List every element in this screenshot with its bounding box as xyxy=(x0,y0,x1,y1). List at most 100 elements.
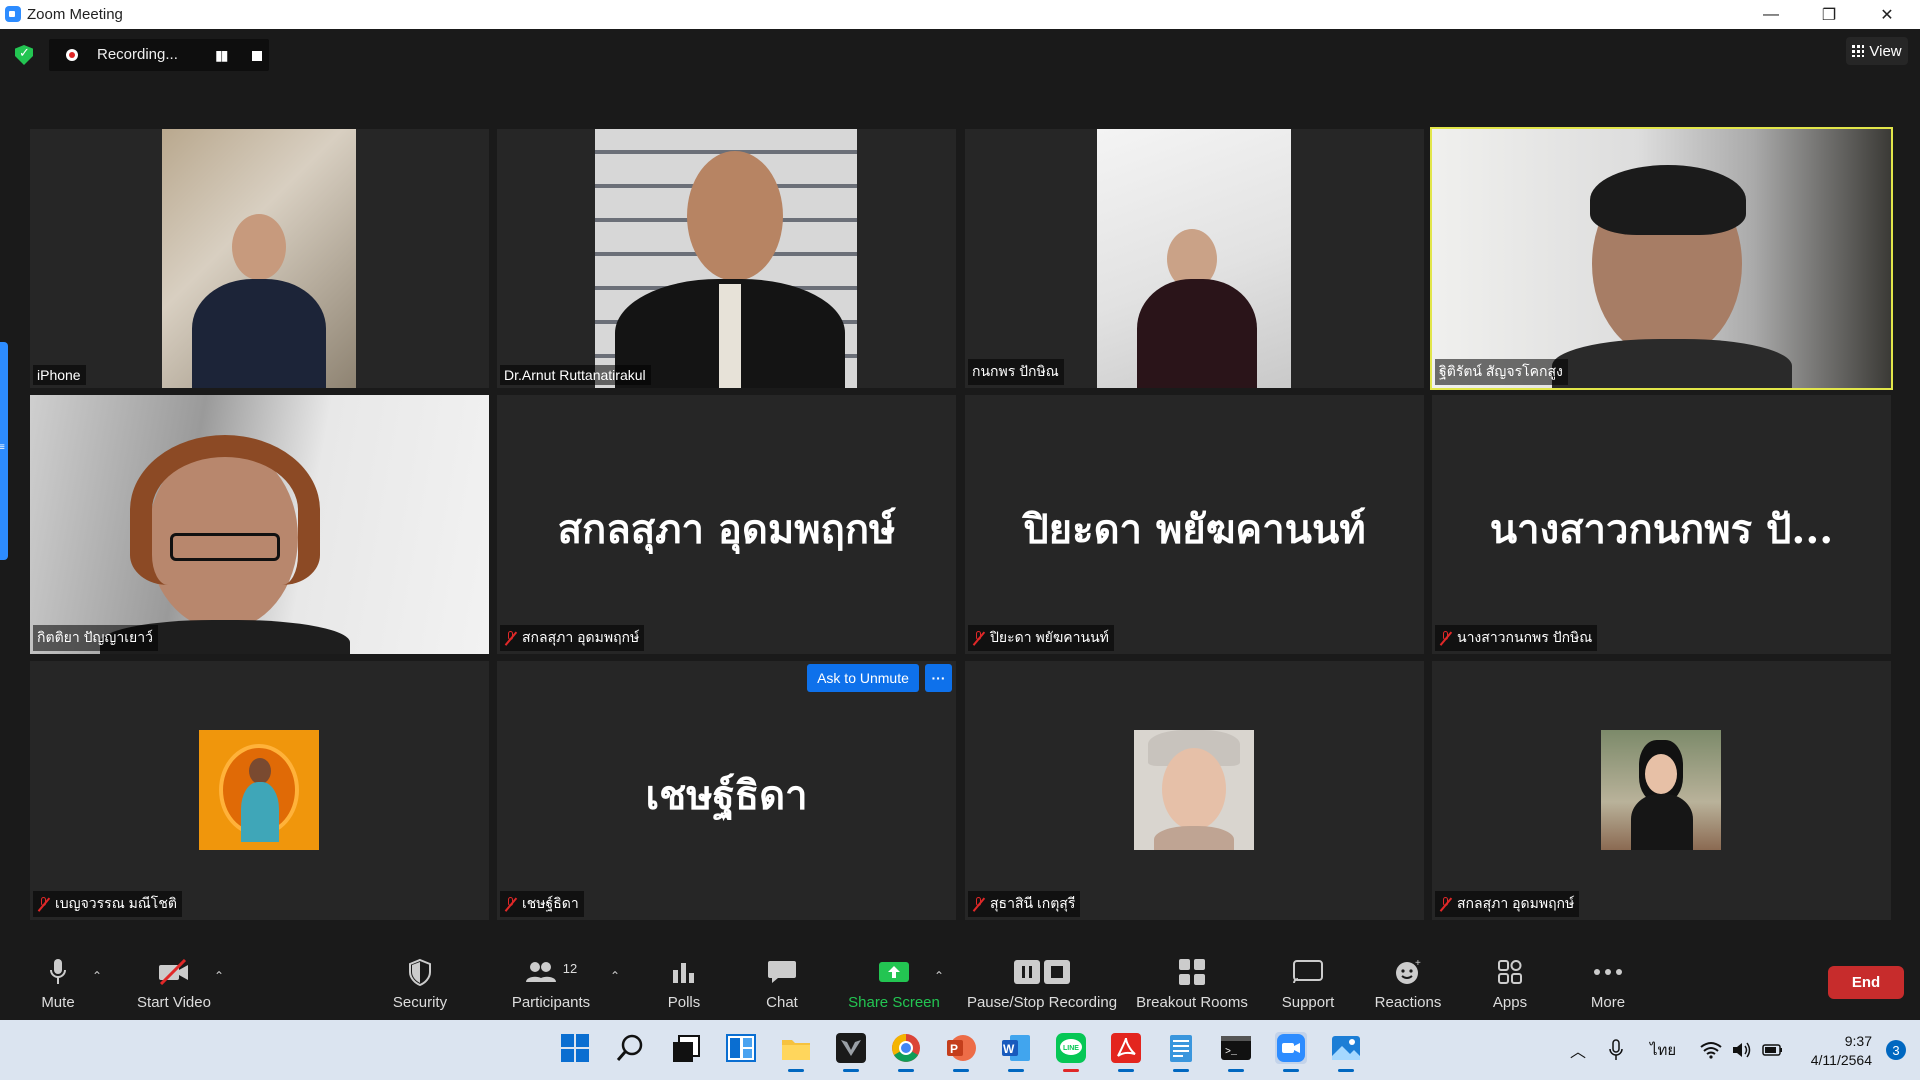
start-menu-icon[interactable] xyxy=(559,1032,591,1064)
mute-options-caret[interactable]: ⌃ xyxy=(92,969,102,983)
pause-recording-icon[interactable]: ▮▮ xyxy=(215,47,228,64)
polls-button[interactable]: Polls xyxy=(664,947,704,1020)
search-icon[interactable] xyxy=(615,1032,647,1064)
side-panel-handle[interactable] xyxy=(0,342,8,560)
terminal-icon[interactable]: >_ xyxy=(1220,1032,1252,1072)
mic-muted-icon xyxy=(1439,896,1452,912)
view-button[interactable]: View xyxy=(1846,37,1908,65)
participant-name-tag: iPhone xyxy=(33,365,86,385)
participant-video xyxy=(30,395,489,654)
video-tile[interactable]: เบญจวรรณ มณีโชติ xyxy=(30,661,489,920)
clock-date: 4/11/2564 xyxy=(1810,1052,1872,1068)
participant-name-tag: Dr.Arnut Ruttanatirakul xyxy=(500,365,651,385)
video-tile[interactable]: ปิยะดา พยัฆคานนท์ ปิยะดา พยัฆคานนท์ xyxy=(965,395,1424,654)
video-tile[interactable]: เชษฐ์ธิดา เชษฐ์ธิดา xyxy=(497,661,956,920)
participants-button[interactable]: 12 Participants xyxy=(510,947,592,1020)
participant-video xyxy=(595,129,857,388)
participant-name-tag: เชษฐ์ธิดา xyxy=(500,891,584,917)
apps-icon xyxy=(1497,952,1523,992)
meeting-toolbar: Mute ⌃ Start Video ⌃ Security 12 Partici… xyxy=(0,947,1920,1020)
video-tile[interactable]: iPhone xyxy=(30,129,489,388)
participant-video xyxy=(162,129,356,388)
video-tile[interactable]: สุธาสินี เกตุสุรี xyxy=(965,661,1424,920)
share-screen-icon xyxy=(878,952,910,992)
share-options-caret[interactable]: ⌃ xyxy=(934,969,944,983)
recording-indicator: Recording... ▮▮ xyxy=(49,39,269,71)
ask-to-unmute-button[interactable]: Ask to Unmute xyxy=(807,664,919,692)
more-button[interactable]: More xyxy=(1588,947,1628,1020)
chat-button[interactable]: Chat xyxy=(762,947,802,1020)
mute-button[interactable]: Mute xyxy=(28,947,88,1020)
task-view-icon[interactable] xyxy=(670,1032,702,1064)
file-explorer-icon[interactable] xyxy=(780,1032,812,1072)
widgets-icon[interactable] xyxy=(725,1032,757,1064)
microphone-icon xyxy=(49,952,67,992)
mic-muted-icon xyxy=(37,896,50,912)
end-meeting-button[interactable]: End xyxy=(1828,966,1904,999)
close-button[interactable]: ✕ xyxy=(1864,0,1910,29)
participant-name-tag: กนกพร ปักษิณ xyxy=(968,359,1064,385)
photos-icon[interactable] xyxy=(1330,1032,1362,1072)
volume-icon[interactable] xyxy=(1731,1020,1753,1080)
video-tile[interactable]: สกลสุภา อุดมพฤกษ์ สกลสุภา อุดมพฤกษ์ xyxy=(497,395,956,654)
security-button[interactable]: Security xyxy=(385,947,455,1020)
chrome-icon[interactable] xyxy=(890,1032,922,1072)
participant-name-tag: ฐิติรัตน์ สัญจรโคกสูง xyxy=(1435,359,1568,385)
breakout-rooms-button[interactable]: Breakout Rooms xyxy=(1136,947,1248,1020)
encryption-shield-icon[interactable] xyxy=(15,45,33,65)
apps-button[interactable]: Apps xyxy=(1490,947,1530,1020)
wifi-icon[interactable] xyxy=(1700,1020,1722,1080)
participant-name-tag: ปิยะดา พยัฆคานนท์ xyxy=(968,625,1114,651)
participants-options-caret[interactable]: ⌃ xyxy=(610,969,620,983)
participant-video xyxy=(1432,129,1891,388)
mic-muted-icon xyxy=(1439,630,1452,646)
window-title: Zoom Meeting xyxy=(27,6,123,23)
zoom-taskbar-icon[interactable] xyxy=(1275,1032,1307,1072)
windows-taskbar: P W LINE >_ ︿ ไทย 9:37 4/11/2564 3 xyxy=(0,1020,1920,1080)
acrobat-icon[interactable] xyxy=(1110,1032,1142,1072)
pause-stop-recording-button[interactable]: Pause/Stop Recording xyxy=(964,947,1120,1020)
participant-name-tag: นางสาวกนกพร ปักษิณ xyxy=(1435,625,1598,651)
recording-dot-icon xyxy=(66,49,78,61)
restore-button[interactable]: ❐ xyxy=(1806,0,1852,29)
tray-microphone-icon[interactable] xyxy=(1609,1020,1623,1080)
participant-name-tag: สุธาสินี เกตุสุรี xyxy=(968,891,1081,917)
video-tile[interactable]: Dr.Arnut Ruttanatirakul xyxy=(497,129,956,388)
video-tile[interactable]: นางสาวกนกพร ปั... นางสาวกนกพร ปักษิณ xyxy=(1432,395,1891,654)
tile-more-button[interactable]: ··· xyxy=(925,664,952,692)
share-screen-button[interactable]: Share Screen xyxy=(848,947,940,1020)
input-language-indicator[interactable]: ไทย xyxy=(1650,1020,1676,1080)
zoom-app-icon xyxy=(5,6,21,22)
participant-display-name: ปิยะดา พยัฆคานนท์ xyxy=(1023,506,1366,553)
predator-app-icon[interactable] xyxy=(835,1032,867,1072)
word-icon[interactable]: W xyxy=(1000,1032,1032,1072)
start-video-button[interactable]: Start Video xyxy=(130,947,218,1020)
show-hidden-icons-chevron[interactable]: ︿ xyxy=(1570,1020,1586,1080)
view-label: View xyxy=(1869,42,1902,60)
taskbar-clock[interactable]: 9:37 4/11/2564 xyxy=(1811,1032,1872,1070)
notification-badge[interactable]: 3 xyxy=(1886,1040,1906,1060)
participant-name-tag: เบญจวรรณ มณีโชติ xyxy=(33,891,182,917)
reactions-button[interactable]: + Reactions xyxy=(1372,947,1444,1020)
video-tile[interactable]: กนกพร ปักษิณ xyxy=(965,129,1424,388)
stop-recording-icon[interactable] xyxy=(252,51,262,61)
participant-display-name: เชษฐ์ธิดา xyxy=(645,772,808,819)
mic-muted-icon xyxy=(972,630,985,646)
grid-icon xyxy=(1852,45,1865,57)
video-options-caret[interactable]: ⌃ xyxy=(214,969,224,983)
minimize-button[interactable]: — xyxy=(1748,0,1794,29)
mic-muted-icon xyxy=(504,896,517,912)
recording-label: Recording... xyxy=(97,46,178,63)
notepad-icon[interactable] xyxy=(1165,1032,1197,1072)
powerpoint-icon[interactable]: P xyxy=(945,1032,977,1072)
line-app-icon[interactable]: LINE xyxy=(1055,1032,1087,1072)
video-tile[interactable]: สกลสุภา อุดมพฤกษ์ xyxy=(1432,661,1891,920)
participant-name-tag: สกลสุภา อุดมพฤกษ์ xyxy=(500,625,645,651)
participant-name-tag: สกลสุภา อุดมพฤกษ์ xyxy=(1435,891,1580,917)
support-button[interactable]: Support xyxy=(1275,947,1341,1020)
svg-text:LINE: LINE xyxy=(1063,1045,1079,1052)
battery-icon[interactable] xyxy=(1762,1020,1784,1080)
video-tile[interactable]: กิตติยา ปัญญาเยาว์ xyxy=(30,395,489,654)
participants-icon: 12 xyxy=(525,952,577,992)
video-tile-active-speaker[interactable]: ฐิติรัตน์ สัญจรโคกสูง xyxy=(1430,127,1893,390)
